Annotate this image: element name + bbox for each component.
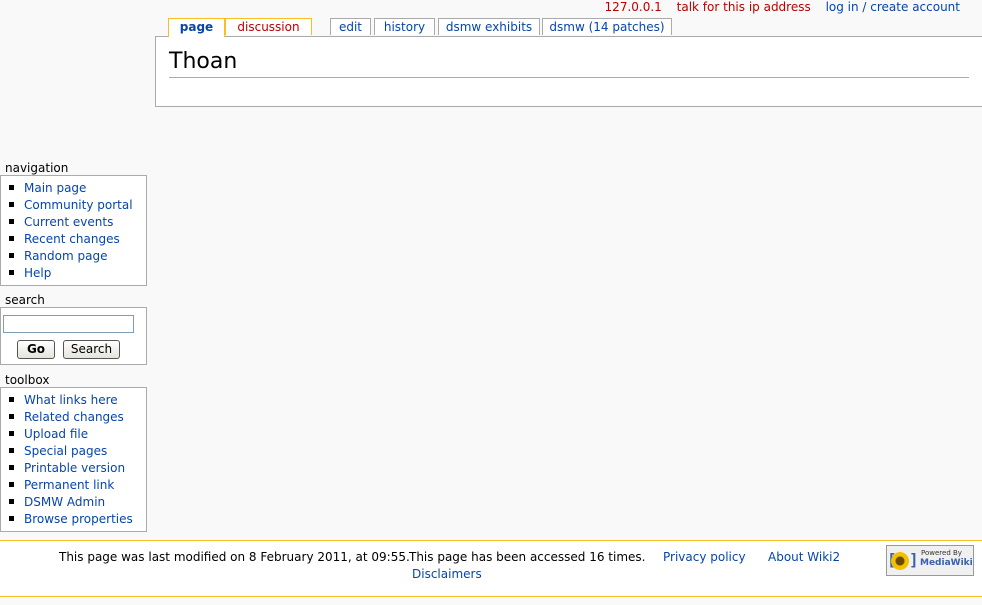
tab-history-label[interactable]: history (384, 20, 425, 34)
toolbox-item-related-changes[interactable]: Related changes (9, 409, 146, 426)
personal-tools: 127.0.0.1 talk for this ip address log i… (605, 0, 960, 14)
search-title: search (5, 293, 45, 307)
toolbox-link[interactable]: Permanent link (24, 478, 114, 492)
search-input[interactable] (3, 315, 134, 333)
tab-dsmw-exhibits-label[interactable]: dsmw exhibits (446, 20, 532, 34)
bullet-icon (9, 219, 14, 224)
nav-item-recent-changes[interactable]: Recent changes (9, 231, 146, 248)
ip-user-link[interactable]: 127.0.0.1 (605, 0, 662, 14)
nav-item-help[interactable]: Help (9, 265, 146, 282)
bullet-icon (9, 431, 14, 436)
tab-dsmw-exhibits[interactable]: dsmw exhibits (438, 18, 540, 35)
toolbox-link[interactable]: DSMW Admin (24, 495, 105, 509)
nav-link[interactable]: Community portal (24, 198, 133, 212)
bullet-icon (9, 465, 14, 470)
toolbox-portlet: toolbox What links here Related changes … (0, 373, 147, 532)
toolbox-link[interactable]: Upload file (24, 427, 88, 441)
bullet-icon (9, 414, 14, 419)
mediawiki-label: MediaWiki (920, 558, 973, 568)
nav-item-random-page[interactable]: Random page (9, 248, 146, 265)
bullet-icon (9, 202, 14, 207)
search-portlet: search Go Search (0, 293, 147, 365)
bullet-icon (9, 448, 14, 453)
toolbox-item-what-links-here[interactable]: What links here (9, 392, 146, 409)
toolbox-link[interactable]: Browse properties (24, 512, 133, 526)
nav-link[interactable]: Help (24, 266, 51, 280)
bracket-right-icon: ] (909, 550, 919, 569)
search-body: Go Search (0, 307, 147, 365)
toolbox-item-browse-properties[interactable]: Browse properties (9, 511, 146, 528)
toolbox-link[interactable]: Printable version (24, 461, 125, 475)
login-link[interactable]: log in / create account (826, 0, 960, 14)
content-area: Thoan (155, 36, 982, 107)
powered-by-mediawiki-badge[interactable]: [ ] Powered By MediaWiki (886, 545, 974, 576)
go-button[interactable]: Go (17, 340, 55, 359)
toolbox-link[interactable]: What links here (24, 393, 118, 407)
view-count-text: This page has been accessed 16 times. (409, 550, 646, 564)
navigation-portlet: navigation Main page Community portal Cu… (0, 161, 147, 286)
bullet-icon (9, 253, 14, 258)
talk-ip-link[interactable]: talk for this ip address (677, 0, 811, 14)
tab-page-label[interactable]: page (180, 20, 213, 34)
nav-link[interactable]: Main page (24, 181, 86, 195)
nav-link[interactable]: Current events (24, 215, 113, 229)
tab-edit[interactable]: edit (330, 18, 371, 35)
toolbox-item-dsmw-admin[interactable]: DSMW Admin (9, 494, 146, 511)
tab-edit-label[interactable]: edit (339, 20, 362, 34)
tab-dsmw-patches[interactable]: dsmw (14 patches) (542, 18, 672, 35)
disclaimers-link[interactable]: Disclaimers (412, 567, 482, 581)
powered-by-label: Powered By (921, 549, 962, 557)
tab-page[interactable]: page (168, 18, 225, 37)
tab-history[interactable]: history (374, 18, 435, 35)
sunflower-icon (891, 552, 909, 570)
bullet-icon (9, 236, 14, 241)
toolbox-title: toolbox (5, 373, 50, 387)
nav-item-community-portal[interactable]: Community portal (9, 197, 146, 214)
footer: This page was last modified on 8 Februar… (0, 540, 982, 597)
bullet-icon (9, 185, 14, 190)
bullet-icon (9, 482, 14, 487)
nav-item-current-events[interactable]: Current events (9, 214, 146, 231)
tab-discussion-label[interactable]: discussion (237, 20, 299, 34)
nav-link[interactable]: Recent changes (24, 232, 120, 246)
bullet-icon (9, 270, 14, 275)
about-link[interactable]: About Wiki2 (768, 550, 840, 564)
bullet-icon (9, 499, 14, 504)
bullet-icon (9, 397, 14, 402)
navigation-title: navigation (5, 161, 69, 175)
toolbox-item-printable-version[interactable]: Printable version (9, 460, 146, 477)
toolbox-item-upload-file[interactable]: Upload file (9, 426, 146, 443)
nav-item-main-page[interactable]: Main page (9, 180, 146, 197)
toolbox-item-special-pages[interactable]: Special pages (9, 443, 146, 460)
tab-dsmw-patches-label[interactable]: dsmw (14 patches) (549, 20, 664, 34)
toolbox-link[interactable]: Related changes (24, 410, 124, 424)
toolbox-item-permanent-link[interactable]: Permanent link (9, 477, 146, 494)
tab-discussion[interactable]: discussion (225, 18, 312, 35)
toolbox-body: What links here Related changes Upload f… (0, 387, 147, 532)
search-button[interactable]: Search (63, 340, 120, 359)
toolbox-link[interactable]: Special pages (24, 444, 107, 458)
privacy-policy-link[interactable]: Privacy policy (663, 550, 746, 564)
page-title: Thoan (169, 48, 969, 78)
nav-link[interactable]: Random page (24, 249, 107, 263)
navigation-body: Main page Community portal Current event… (0, 175, 147, 286)
last-modified-text: This page was last modified on 8 Februar… (59, 550, 410, 564)
bullet-icon (9, 516, 14, 521)
